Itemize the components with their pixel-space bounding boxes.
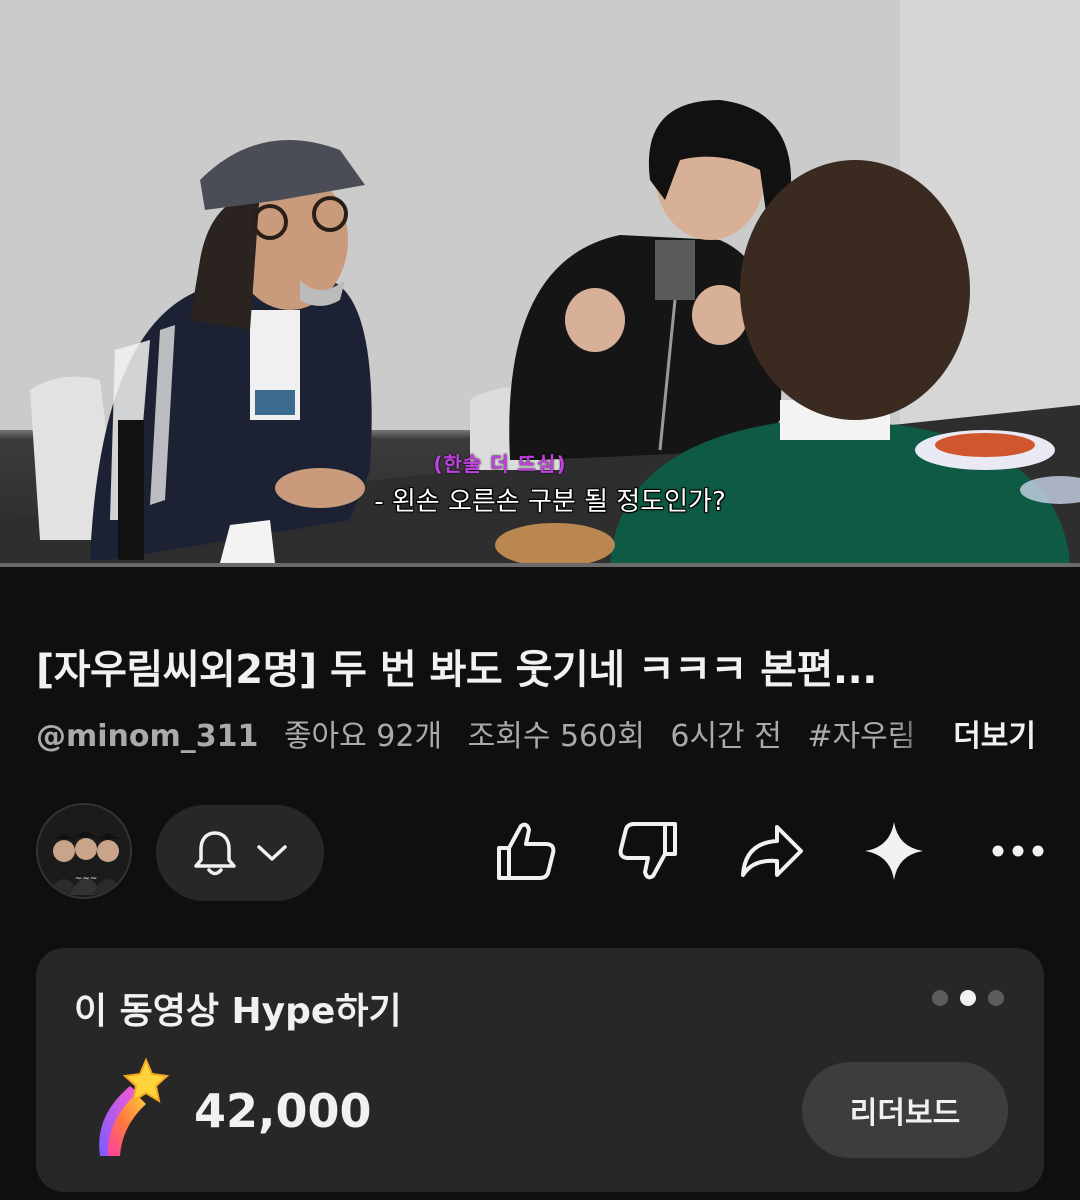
upload-time: 6시간 전: [670, 719, 782, 754]
hype-title: 이 동영상 Hype하기: [74, 991, 402, 1032]
share-icon: [741, 825, 803, 877]
avatar-image: ~~~: [38, 805, 130, 897]
svg-text:~~~: ~~~: [75, 874, 98, 884]
subtitle-caption: - 왼손 오른손 구분 될 정도인가?: [374, 487, 726, 517]
share-button[interactable]: [736, 815, 808, 887]
shooting-star-icon: [99, 1057, 170, 1156]
more-actions-button[interactable]: [982, 815, 1054, 887]
subtitle-annotation: (한술 더 뜨심): [433, 452, 567, 476]
channel-handle[interactable]: @minom_311: [36, 719, 258, 754]
video-title[interactable]: [자우림씨외2명] 두 번 봐도 웃기네 ㅋㅋㅋ 본편...: [36, 637, 1046, 695]
ask-ai-button[interactable]: [858, 815, 930, 887]
bell-icon: [194, 831, 236, 876]
carousel-dot-active: [960, 990, 976, 1006]
sparkle-icon: [865, 822, 923, 880]
video-metadata-row[interactable]: @minom_311 좋아요 92개 조회수 560회 6시간 전 #자우림 더…: [36, 711, 1046, 755]
more-button[interactable]: 더보기: [953, 719, 1036, 754]
carousel-dots: [932, 990, 1004, 1006]
notification-button[interactable]: [156, 805, 324, 901]
like-button[interactable]: [490, 815, 562, 887]
hype-points: 42,000: [194, 1084, 372, 1138]
like-count: 좋아요 92개: [283, 719, 443, 754]
channel-avatar[interactable]: ~~~: [36, 803, 132, 899]
dislike-button[interactable]: [612, 815, 684, 887]
chevron-down-icon: [257, 845, 287, 861]
hype-card[interactable]: 이 동영상 Hype하기 42,000 리더보드: [36, 948, 1044, 1192]
like-icon: [497, 822, 556, 880]
carousel-dot: [932, 990, 948, 1006]
video-info-panel: [자우림씨외2명] 두 번 봐도 웃기네 ㅋㅋㅋ 본편... @minom_31…: [0, 567, 1080, 1200]
view-count: 조회수 560회: [467, 719, 645, 754]
dislike-icon: [618, 822, 677, 880]
more-icon: [992, 845, 1044, 857]
leaderboard-button[interactable]: 리더보드: [802, 1062, 1008, 1158]
more-fade: 더보기: [893, 711, 1046, 755]
video-player[interactable]: (한술 더 뜨심) - 왼손 오른손 구분 될 정도인가?: [0, 0, 1080, 563]
carousel-dot: [988, 990, 1004, 1006]
